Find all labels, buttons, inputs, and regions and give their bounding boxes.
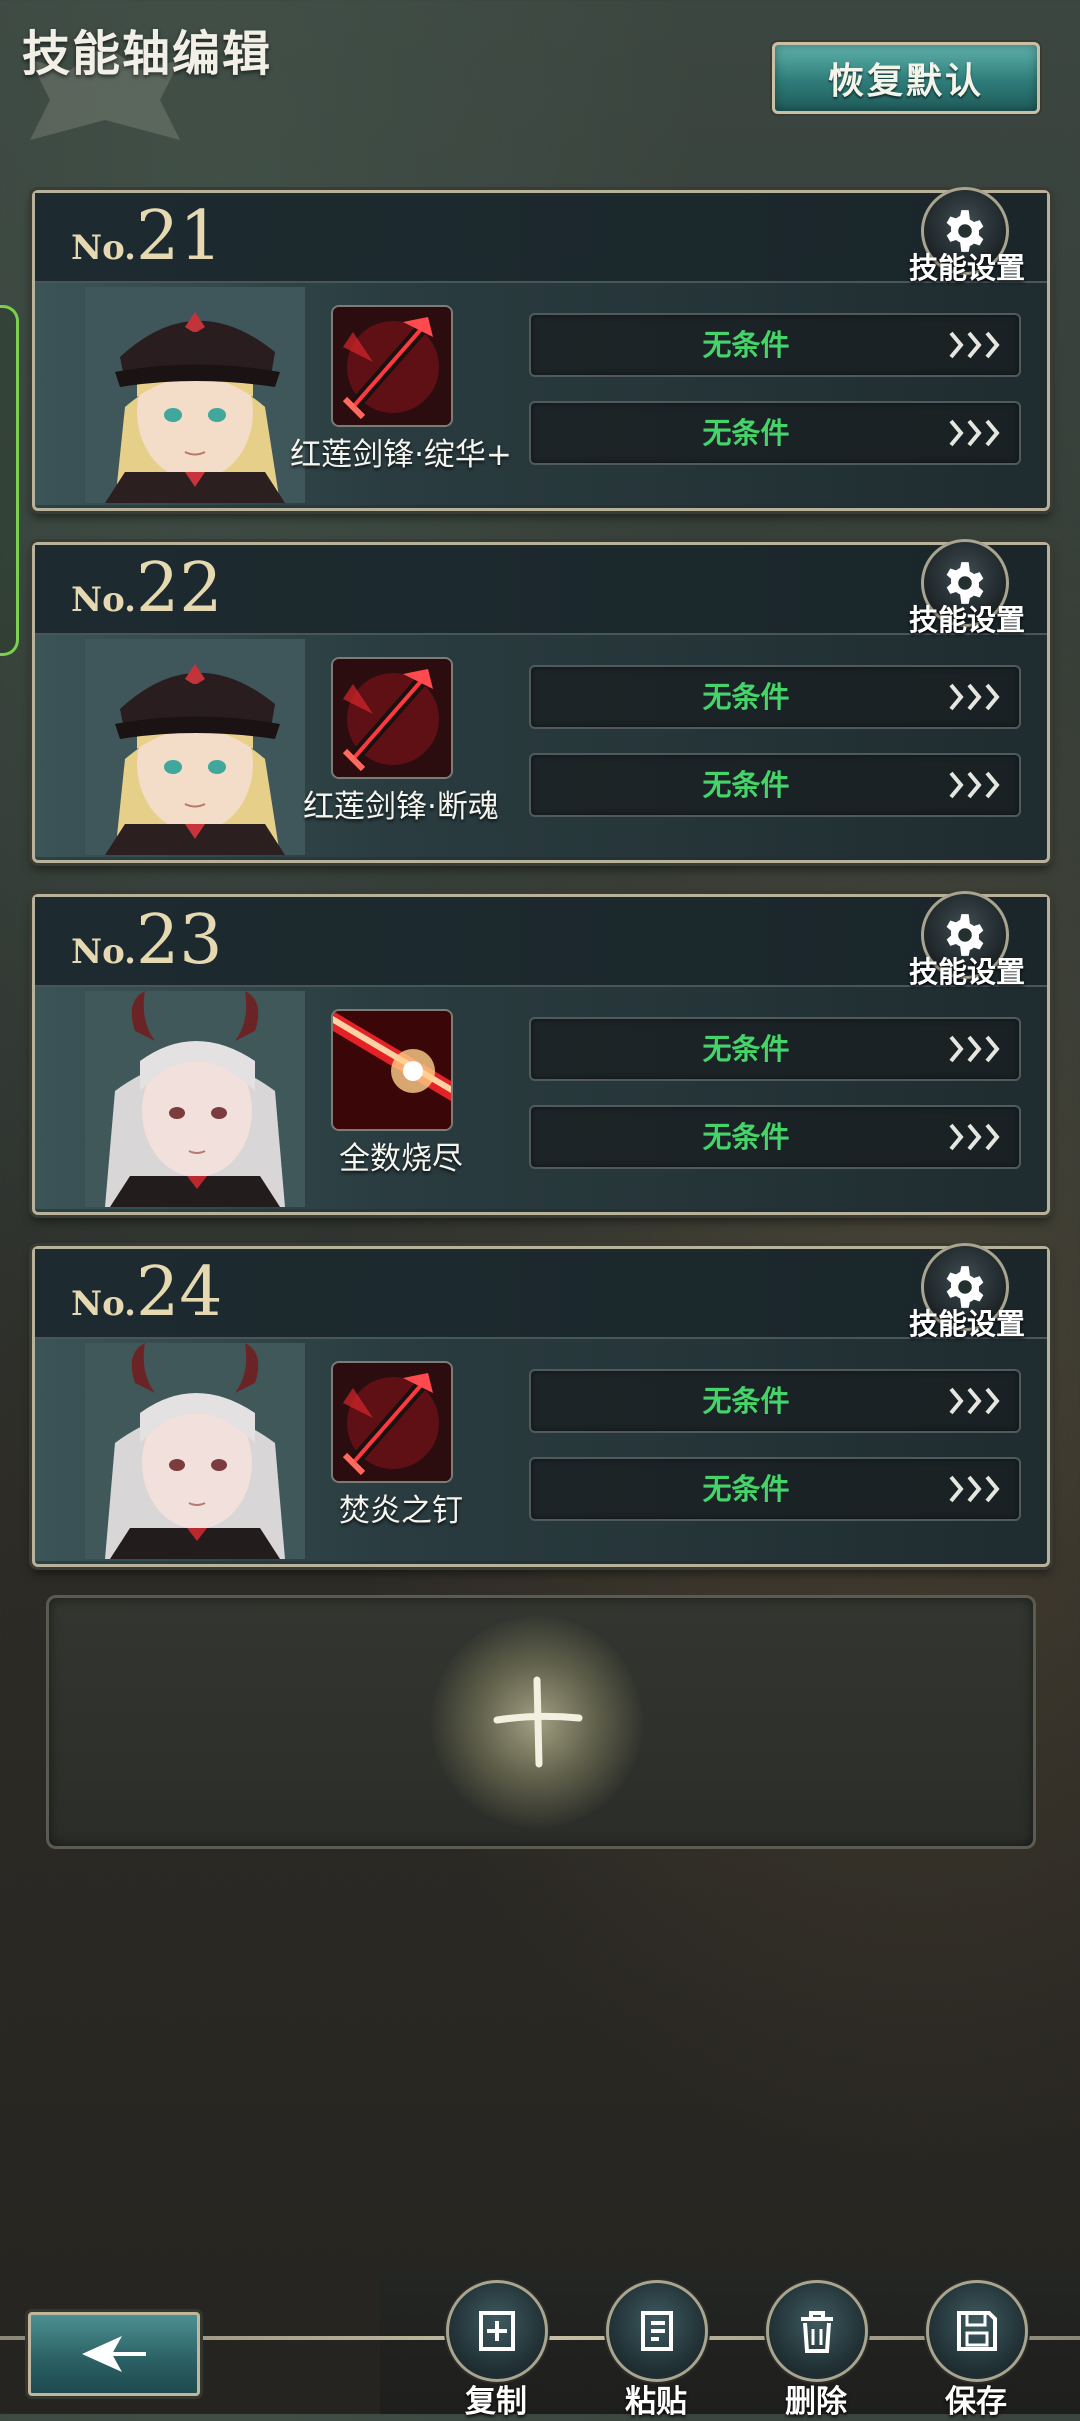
triple-chevron-icon xyxy=(947,1121,1007,1153)
skill-name: 全数烧尽 xyxy=(339,1141,463,1177)
skill-card: No.23 全数烧尽 无条件 无条件 技能设置 xyxy=(32,891,1050,1215)
skill-settings-label[interactable]: 技能设置 xyxy=(909,949,1025,991)
triple-chevron-icon xyxy=(947,417,1007,449)
save-icon xyxy=(957,2311,997,2351)
side-drawer-tab[interactable] xyxy=(0,305,19,656)
skill-card: No.24 焚炎之钉 无条件 无条件 技能设置 xyxy=(32,1243,1050,1567)
condition-slot-1[interactable]: 无条件 xyxy=(529,1369,1021,1433)
save-button[interactable]: 保存 xyxy=(926,2280,1028,2420)
skill-settings-label[interactable]: 技能设置 xyxy=(909,1301,1025,1343)
condition-slot-1[interactable]: 无条件 xyxy=(529,313,1021,377)
plus-icon[interactable] xyxy=(489,1674,585,1770)
condition-text: 无条件 xyxy=(702,1032,790,1066)
copy-label: 复制 xyxy=(465,2384,527,2420)
condition-text: 无条件 xyxy=(702,1120,790,1154)
condition-slot-2[interactable]: 无条件 xyxy=(529,1457,1021,1521)
copy-icon-wrap xyxy=(446,2280,548,2382)
triple-chevron-icon xyxy=(947,1385,1007,1417)
delete-button[interactable]: 删除 xyxy=(766,2280,868,2420)
skill-card: No.22 红莲剑锋·断魂 无条件 无条件 技能设置 xyxy=(32,539,1050,863)
triple-chevron-icon xyxy=(947,1473,1007,1505)
condition-slot-2[interactable]: 无条件 xyxy=(529,1105,1021,1169)
card-number: No.22 xyxy=(71,549,223,628)
add-skill-panel[interactable] xyxy=(46,1595,1036,1849)
copy-button[interactable]: 复制 xyxy=(446,2280,548,2420)
paste-icon xyxy=(641,2311,673,2351)
skill-icon-red-sword[interactable] xyxy=(331,1361,453,1483)
save-label: 保存 xyxy=(945,2384,1007,2420)
skill-settings-label[interactable]: 技能设置 xyxy=(909,245,1025,287)
back-arrow-icon xyxy=(82,2336,146,2372)
card-number: No.21 xyxy=(71,197,223,276)
triple-chevron-icon xyxy=(947,1033,1007,1065)
paste-button[interactable]: 粘贴 xyxy=(606,2280,708,2420)
triple-chevron-icon xyxy=(947,681,1007,713)
restore-default-button[interactable]: 恢复默认 xyxy=(772,42,1040,114)
skill-card: No.21 红莲剑锋·绽华+ 无条件 无条件 技能设置 xyxy=(32,187,1050,511)
paste-icon-wrap xyxy=(606,2280,708,2382)
condition-slot-2[interactable]: 无条件 xyxy=(529,401,1021,465)
copy-icon xyxy=(479,2311,515,2351)
trash-icon xyxy=(801,2311,833,2353)
skill-name: 红莲剑锋·断魂 xyxy=(303,789,499,825)
condition-text: 无条件 xyxy=(702,328,790,362)
save-icon-wrap xyxy=(926,2280,1028,2382)
triple-chevron-icon xyxy=(947,769,1007,801)
condition-slot-1[interactable]: 无条件 xyxy=(529,1017,1021,1081)
condition-text: 无条件 xyxy=(702,680,790,714)
triple-chevron-icon xyxy=(947,329,1007,361)
skill-icon-red-sword[interactable] xyxy=(331,305,453,427)
skill-name: 红莲剑锋·绽华+ xyxy=(290,437,512,473)
skill-icon-red-beam[interactable] xyxy=(331,1009,453,1131)
delete-icon-wrap xyxy=(766,2280,868,2382)
condition-text: 无条件 xyxy=(702,768,790,802)
card-number: No.23 xyxy=(71,901,223,980)
condition-slot-2[interactable]: 无条件 xyxy=(529,753,1021,817)
page-title: 技能轴编辑 xyxy=(22,26,273,82)
condition-text: 无条件 xyxy=(702,416,790,450)
skill-name: 焚炎之钉 xyxy=(339,1493,463,1529)
delete-label: 删除 xyxy=(785,2384,847,2420)
skill-settings-label[interactable]: 技能设置 xyxy=(909,597,1025,639)
skill-icon-red-sword[interactable] xyxy=(331,657,453,779)
card-number: No.24 xyxy=(71,1253,223,1332)
condition-slot-1[interactable]: 无条件 xyxy=(529,665,1021,729)
condition-text: 无条件 xyxy=(702,1472,790,1506)
back-button[interactable] xyxy=(28,2312,200,2396)
paste-label: 粘贴 xyxy=(625,2384,687,2420)
condition-text: 无条件 xyxy=(702,1384,790,1418)
